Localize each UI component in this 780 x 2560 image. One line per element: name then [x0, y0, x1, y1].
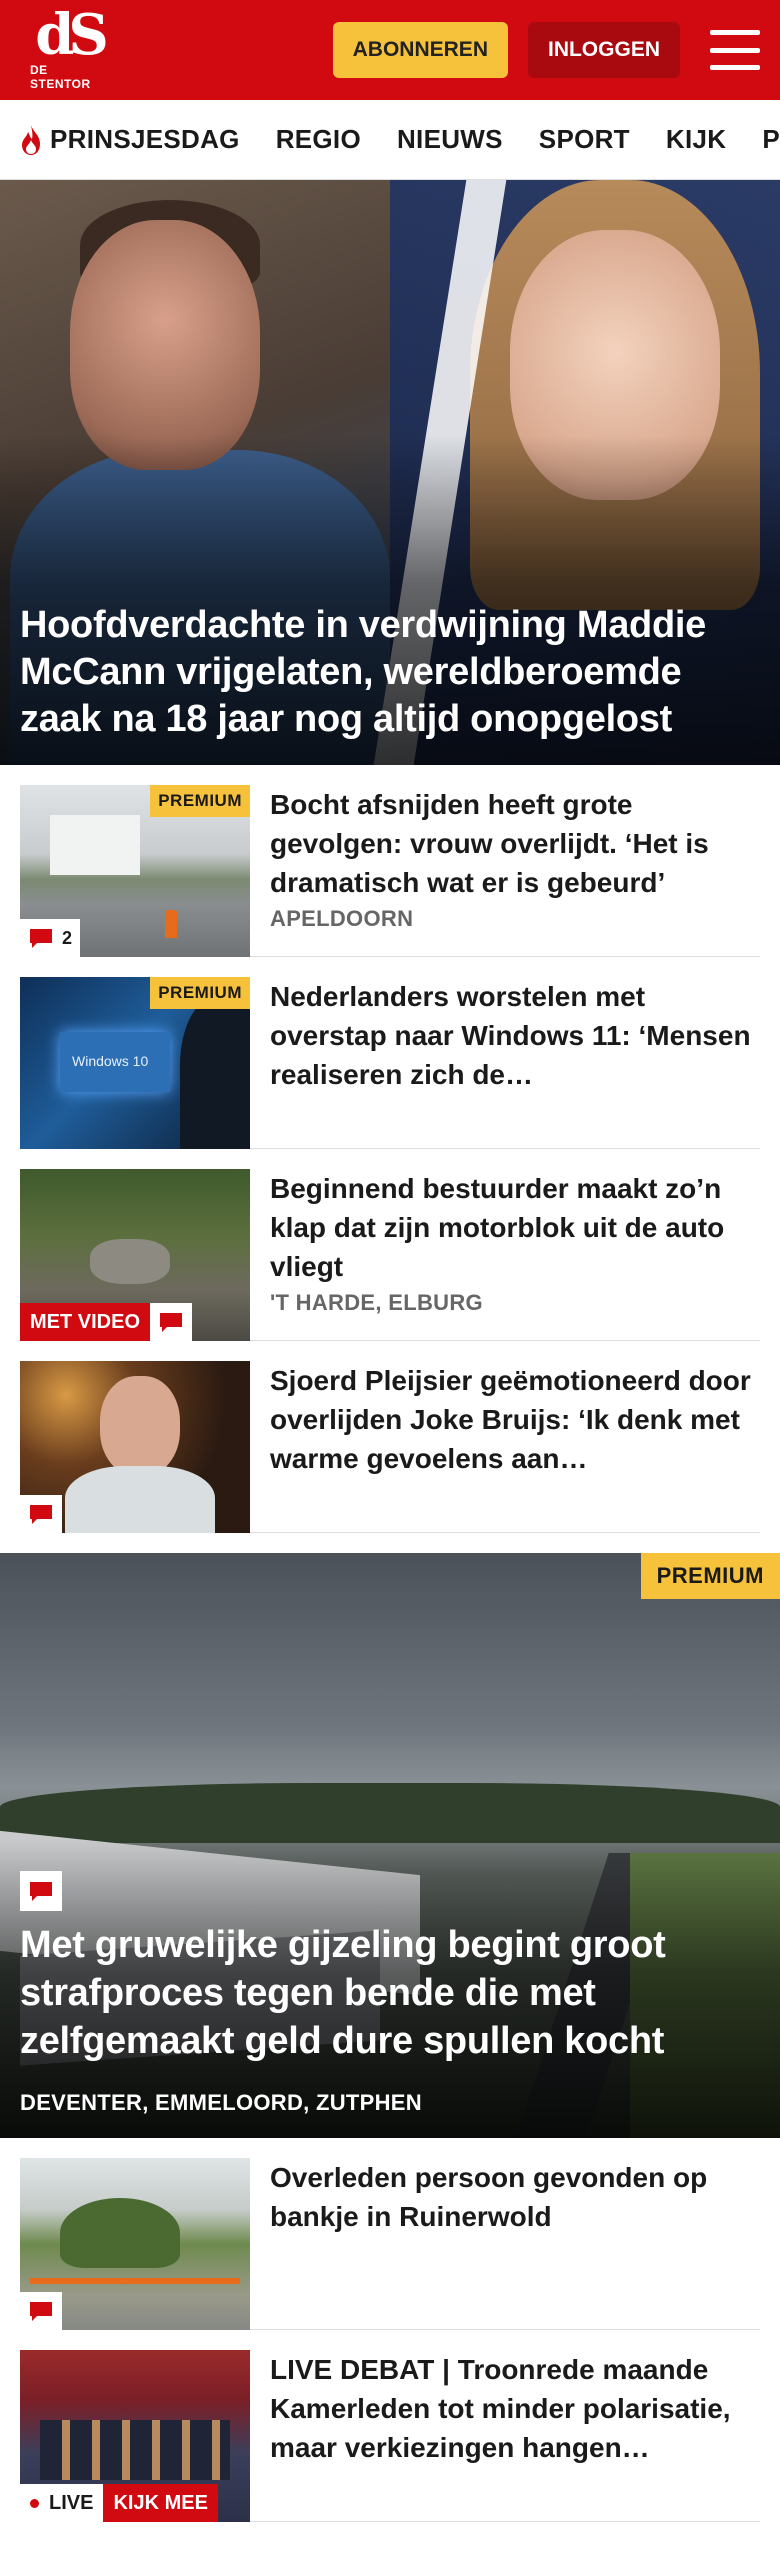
site-header: dS DE STENTOR ABONNEREN INLOGGEN [0, 0, 780, 100]
feature-location: DEVENTER, EMMELOORD, ZUTPHEN [20, 2090, 422, 2115]
premium-badge: PREMIUM [640, 1553, 780, 1599]
live-text: LIVE [49, 2491, 94, 2514]
article-item[interactable]: Overleden persoon gevonden op bankje in … [20, 2138, 760, 2330]
comment-badge[interactable] [20, 1871, 62, 1911]
feature-title[interactable]: Met gruwelijke gijzeling begint groot st… [20, 1921, 760, 2065]
article-text: Sjoerd Pleijsier geëmotioneerd door over… [250, 1361, 760, 1512]
article-text: Beginnend bestuurder maakt zo’n klap dat… [250, 1169, 760, 1320]
article-item[interactable]: LIVE KIJK MEE LIVE DEBAT | Troonrede maa… [20, 2330, 760, 2522]
article-thumbnail[interactable]: Windows 10 PREMIUM [20, 977, 250, 1149]
logo-mark: dS [35, 2, 109, 68]
article-title[interactable]: Nederlanders worstelen met overstap naar… [270, 977, 760, 1094]
article-thumbnail[interactable]: MET VIDEO [20, 1169, 250, 1341]
article-thumbnail[interactable] [20, 2158, 250, 2330]
hamburger-menu-icon[interactable] [710, 30, 760, 70]
comment-icon [30, 1882, 52, 1901]
comment-badge[interactable] [150, 1303, 193, 1341]
comment-icon [30, 2302, 52, 2321]
article-thumbnail[interactable]: PREMIUM 2 [20, 785, 250, 957]
premium-badge: PREMIUM [150, 785, 250, 817]
comment-icon [30, 1505, 52, 1524]
comment-badge[interactable] [20, 1495, 62, 1533]
comment-count-badge[interactable]: 2 [20, 919, 81, 957]
nav-item-nieuws[interactable]: NIEUWS [397, 124, 503, 155]
nav-item-regio[interactable]: REGIO [276, 124, 361, 155]
comment-icon [160, 1313, 183, 1332]
article-location: APELDOORN [270, 906, 414, 931]
article-item[interactable]: MET VIDEO Beginnend bestuurder maakt zo’… [20, 1149, 760, 1341]
nav-item-kijk[interactable]: KIJK [666, 124, 726, 155]
live-label: LIVE [20, 2484, 104, 2522]
logo-subtitle: DE STENTOR [30, 63, 91, 91]
article-item[interactable]: Sjoerd Pleijsier geëmotioneerd door over… [20, 1341, 760, 1533]
feature-article[interactable]: PREMIUM Met gruwelijke gijzeling begint … [0, 1553, 780, 2138]
article-title[interactable]: LIVE DEBAT | Troonrede maande Kamerleden… [270, 2350, 760, 2467]
premium-badge: PREMIUM [150, 977, 250, 1009]
article-text: Bocht afsnijden heeft grote gevolgen: vr… [250, 785, 760, 936]
nav-item-label: PRINSJESDAG [50, 124, 240, 154]
article-text: Nederlanders worstelen met overstap naar… [250, 977, 760, 1128]
article-thumbnail[interactable]: LIVE KIJK MEE [20, 2350, 250, 2522]
article-location: 'T HARDE, ELBURG [270, 1290, 483, 1315]
video-badge[interactable]: MET VIDEO [20, 1303, 193, 1341]
flame-icon [22, 124, 40, 155]
comment-badge[interactable] [20, 2292, 62, 2330]
article-text: Overleden persoon gevonden op bankje in … [250, 2158, 760, 2309]
windows-thumb-text: Windows 10 [72, 1053, 149, 1069]
comment-icon [30, 929, 52, 948]
nav-item-sport[interactable]: SPORT [539, 124, 630, 155]
article-thumbnail[interactable] [20, 1361, 250, 1533]
subscribe-button[interactable]: ABONNEREN [332, 22, 508, 78]
article-item[interactable]: PREMIUM 2 Bocht afsnijden heeft grote ge… [20, 765, 760, 957]
comment-count: 2 [62, 927, 73, 948]
nav-item-prinsjesdag[interactable]: PRINSJESDAG [18, 124, 240, 156]
article-title[interactable]: Sjoerd Pleijsier geëmotioneerd door over… [270, 1361, 760, 1478]
article-text: LIVE DEBAT | Troonrede maande Kamerleden… [250, 2350, 760, 2501]
live-dot-icon [30, 2498, 39, 2508]
article-title[interactable]: Bocht afsnijden heeft grote gevolgen: vr… [270, 785, 760, 902]
article-list-2: Overleden persoon gevonden op bankje in … [0, 2138, 780, 2522]
article-list: PREMIUM 2 Bocht afsnijden heeft grote ge… [0, 765, 780, 1533]
article-item[interactable]: Windows 10 PREMIUM Nederlanders worstele… [20, 957, 760, 1149]
site-logo[interactable]: dS DE STENTOR [30, 2, 109, 91]
article-title[interactable]: Overleden persoon gevonden op bankje in … [270, 2158, 760, 2236]
section-nav: PRINSJESDAG REGIO NIEUWS SPORT KIJK PODC… [0, 100, 780, 180]
nav-item-podcast[interactable]: PODCA [762, 124, 780, 155]
video-label: MET VIDEO [20, 1303, 151, 1341]
hero-title[interactable]: Hoofdverdachte in verdwijning Maddie McC… [20, 602, 760, 743]
live-badge[interactable]: LIVE KIJK MEE [20, 2484, 218, 2522]
hero-article[interactable]: Hoofdverdachte in verdwijning Maddie McC… [0, 180, 780, 765]
article-title[interactable]: Beginnend bestuurder maakt zo’n klap dat… [270, 1169, 760, 1286]
watch-button[interactable]: KIJK MEE [103, 2484, 218, 2522]
login-button[interactable]: INLOGGEN [527, 22, 680, 78]
